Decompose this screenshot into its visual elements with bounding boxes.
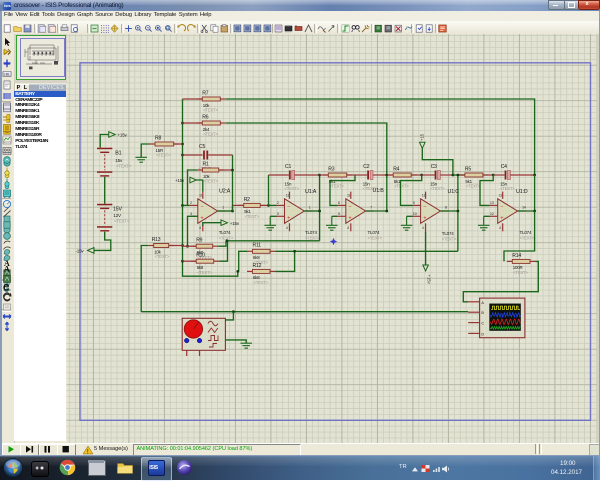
svg-text:<TEXT>: <TEXT> bbox=[254, 280, 269, 285]
svg-text:U1:B: U1:B bbox=[373, 188, 385, 194]
svg-text:11: 11 bbox=[199, 193, 203, 197]
svg-text:R1: R1 bbox=[203, 161, 209, 167]
svg-text:R3: R3 bbox=[328, 166, 334, 172]
svg-text:11: 11 bbox=[422, 193, 426, 197]
svg-text:11: 11 bbox=[347, 193, 351, 197]
svg-text:C3: C3 bbox=[431, 164, 437, 170]
svg-text:10: 10 bbox=[413, 212, 417, 216]
svg-text:<TEXT>: <TEXT> bbox=[520, 235, 535, 240]
svg-text:C4: C4 bbox=[501, 164, 507, 170]
svg-text:+: + bbox=[200, 216, 203, 222]
svg-text:<TEXT>: <TEXT> bbox=[285, 186, 300, 191]
svg-text:−: − bbox=[423, 204, 426, 210]
svg-text:14: 14 bbox=[522, 205, 526, 209]
svg-text:12V: 12V bbox=[113, 213, 122, 218]
svg-text:+15v: +15v bbox=[230, 221, 240, 226]
svg-text:6: 6 bbox=[338, 201, 340, 205]
svg-text:13: 13 bbox=[490, 201, 494, 205]
svg-text:3: 3 bbox=[190, 212, 192, 216]
svg-text:-15v: -15v bbox=[76, 249, 85, 254]
svg-text:R14: R14 bbox=[512, 253, 521, 259]
svg-text:<TEXT>: <TEXT> bbox=[500, 186, 515, 191]
svg-text:<TEXT>: <TEXT> bbox=[442, 236, 457, 241]
svg-text:2: 2 bbox=[277, 201, 279, 205]
svg-text:R13: R13 bbox=[152, 237, 161, 243]
svg-text:+15v: +15v bbox=[427, 275, 432, 285]
svg-text:−: − bbox=[348, 204, 351, 210]
svg-text:R2: R2 bbox=[244, 197, 250, 203]
svg-text:TL074: TL074 bbox=[520, 230, 532, 235]
svg-text:2: 2 bbox=[190, 201, 192, 205]
svg-text:<TEXT>: <TEXT> bbox=[204, 179, 219, 184]
svg-text:7: 7 bbox=[370, 205, 372, 209]
svg-text:11: 11 bbox=[499, 193, 503, 197]
svg-text:1: 1 bbox=[222, 205, 224, 209]
svg-text:4: 4 bbox=[499, 226, 501, 230]
svg-text:R7: R7 bbox=[202, 90, 208, 96]
svg-text:R12: R12 bbox=[253, 263, 262, 269]
svg-text:TL074: TL074 bbox=[368, 230, 380, 235]
svg-text:8: 8 bbox=[445, 205, 447, 209]
svg-text:4: 4 bbox=[347, 226, 349, 230]
svg-text:<TEXT>: <TEXT> bbox=[329, 184, 344, 189]
svg-text:4: 4 bbox=[422, 226, 424, 230]
svg-text:<TEXT>: <TEXT> bbox=[513, 270, 528, 275]
svg-text:+: + bbox=[348, 216, 351, 222]
svg-text:4: 4 bbox=[286, 226, 288, 230]
svg-text:5: 5 bbox=[338, 212, 340, 216]
svg-text:TL074: TL074 bbox=[219, 230, 231, 235]
svg-text:<TEXT>: <TEXT> bbox=[219, 235, 234, 240]
svg-text:+: + bbox=[500, 216, 503, 222]
svg-text:−: − bbox=[287, 204, 290, 210]
svg-text:<TEXT>: <TEXT> bbox=[203, 132, 218, 137]
svg-text:R10: R10 bbox=[196, 253, 205, 259]
svg-text:+15: +15 bbox=[420, 133, 425, 141]
svg-text:R6: R6 bbox=[202, 114, 208, 120]
svg-text:<TEXT>: <TEXT> bbox=[203, 108, 218, 113]
svg-text:<TEXT>: <TEXT> bbox=[466, 184, 481, 189]
svg-text:R11: R11 bbox=[253, 243, 262, 249]
svg-text:R5: R5 bbox=[465, 166, 471, 172]
svg-text:−: − bbox=[200, 204, 203, 210]
svg-text:15V: 15V bbox=[113, 206, 122, 212]
svg-text:<TEXT>: <TEXT> bbox=[197, 270, 212, 275]
svg-text:−: − bbox=[500, 204, 503, 210]
svg-text:<TEXT>: <TEXT> bbox=[116, 163, 132, 168]
svg-text:C: C bbox=[481, 321, 484, 326]
svg-text:U1:A: U1:A bbox=[305, 189, 317, 195]
svg-text:1: 1 bbox=[309, 205, 311, 209]
svg-text:<TEXT>: <TEXT> bbox=[114, 218, 130, 223]
svg-text:11: 11 bbox=[286, 193, 290, 197]
svg-text:+15v: +15v bbox=[118, 133, 128, 138]
svg-text:9: 9 bbox=[413, 201, 415, 205]
svg-text:B1: B1 bbox=[115, 151, 121, 157]
svg-text:<TEXT>: <TEXT> bbox=[430, 186, 445, 191]
svg-text:4: 4 bbox=[199, 226, 201, 230]
svg-text:TL074: TL074 bbox=[305, 230, 317, 235]
svg-text:C1: C1 bbox=[285, 164, 291, 170]
svg-text:R9: R9 bbox=[196, 238, 202, 244]
svg-text:3: 3 bbox=[277, 212, 279, 216]
svg-text:+: + bbox=[287, 216, 290, 222]
svg-text:D: D bbox=[481, 331, 484, 336]
svg-text:TL074: TL074 bbox=[442, 231, 454, 236]
svg-text:+: + bbox=[423, 216, 426, 222]
svg-text:C5: C5 bbox=[199, 144, 205, 150]
svg-text:C2: C2 bbox=[363, 164, 369, 170]
svg-text:15v: 15v bbox=[115, 158, 123, 163]
svg-text:<TEXT>: <TEXT> bbox=[245, 214, 260, 219]
svg-text:<TEXT>: <TEXT> bbox=[394, 184, 409, 189]
svg-text:U1:D: U1:D bbox=[516, 189, 528, 195]
svg-text:+15v: +15v bbox=[175, 178, 185, 183]
svg-text:12: 12 bbox=[490, 212, 494, 216]
svg-text:R4: R4 bbox=[393, 166, 399, 172]
svg-text:<TEXT>: <TEXT> bbox=[305, 235, 320, 240]
svg-text:U2:A: U2:A bbox=[219, 189, 231, 195]
svg-text:<TEXT>: <TEXT> bbox=[156, 153, 171, 158]
svg-text:<TEXT>: <TEXT> bbox=[155, 254, 170, 259]
svg-text:R8: R8 bbox=[155, 135, 161, 141]
svg-text:<TEXT>: <TEXT> bbox=[368, 235, 383, 240]
